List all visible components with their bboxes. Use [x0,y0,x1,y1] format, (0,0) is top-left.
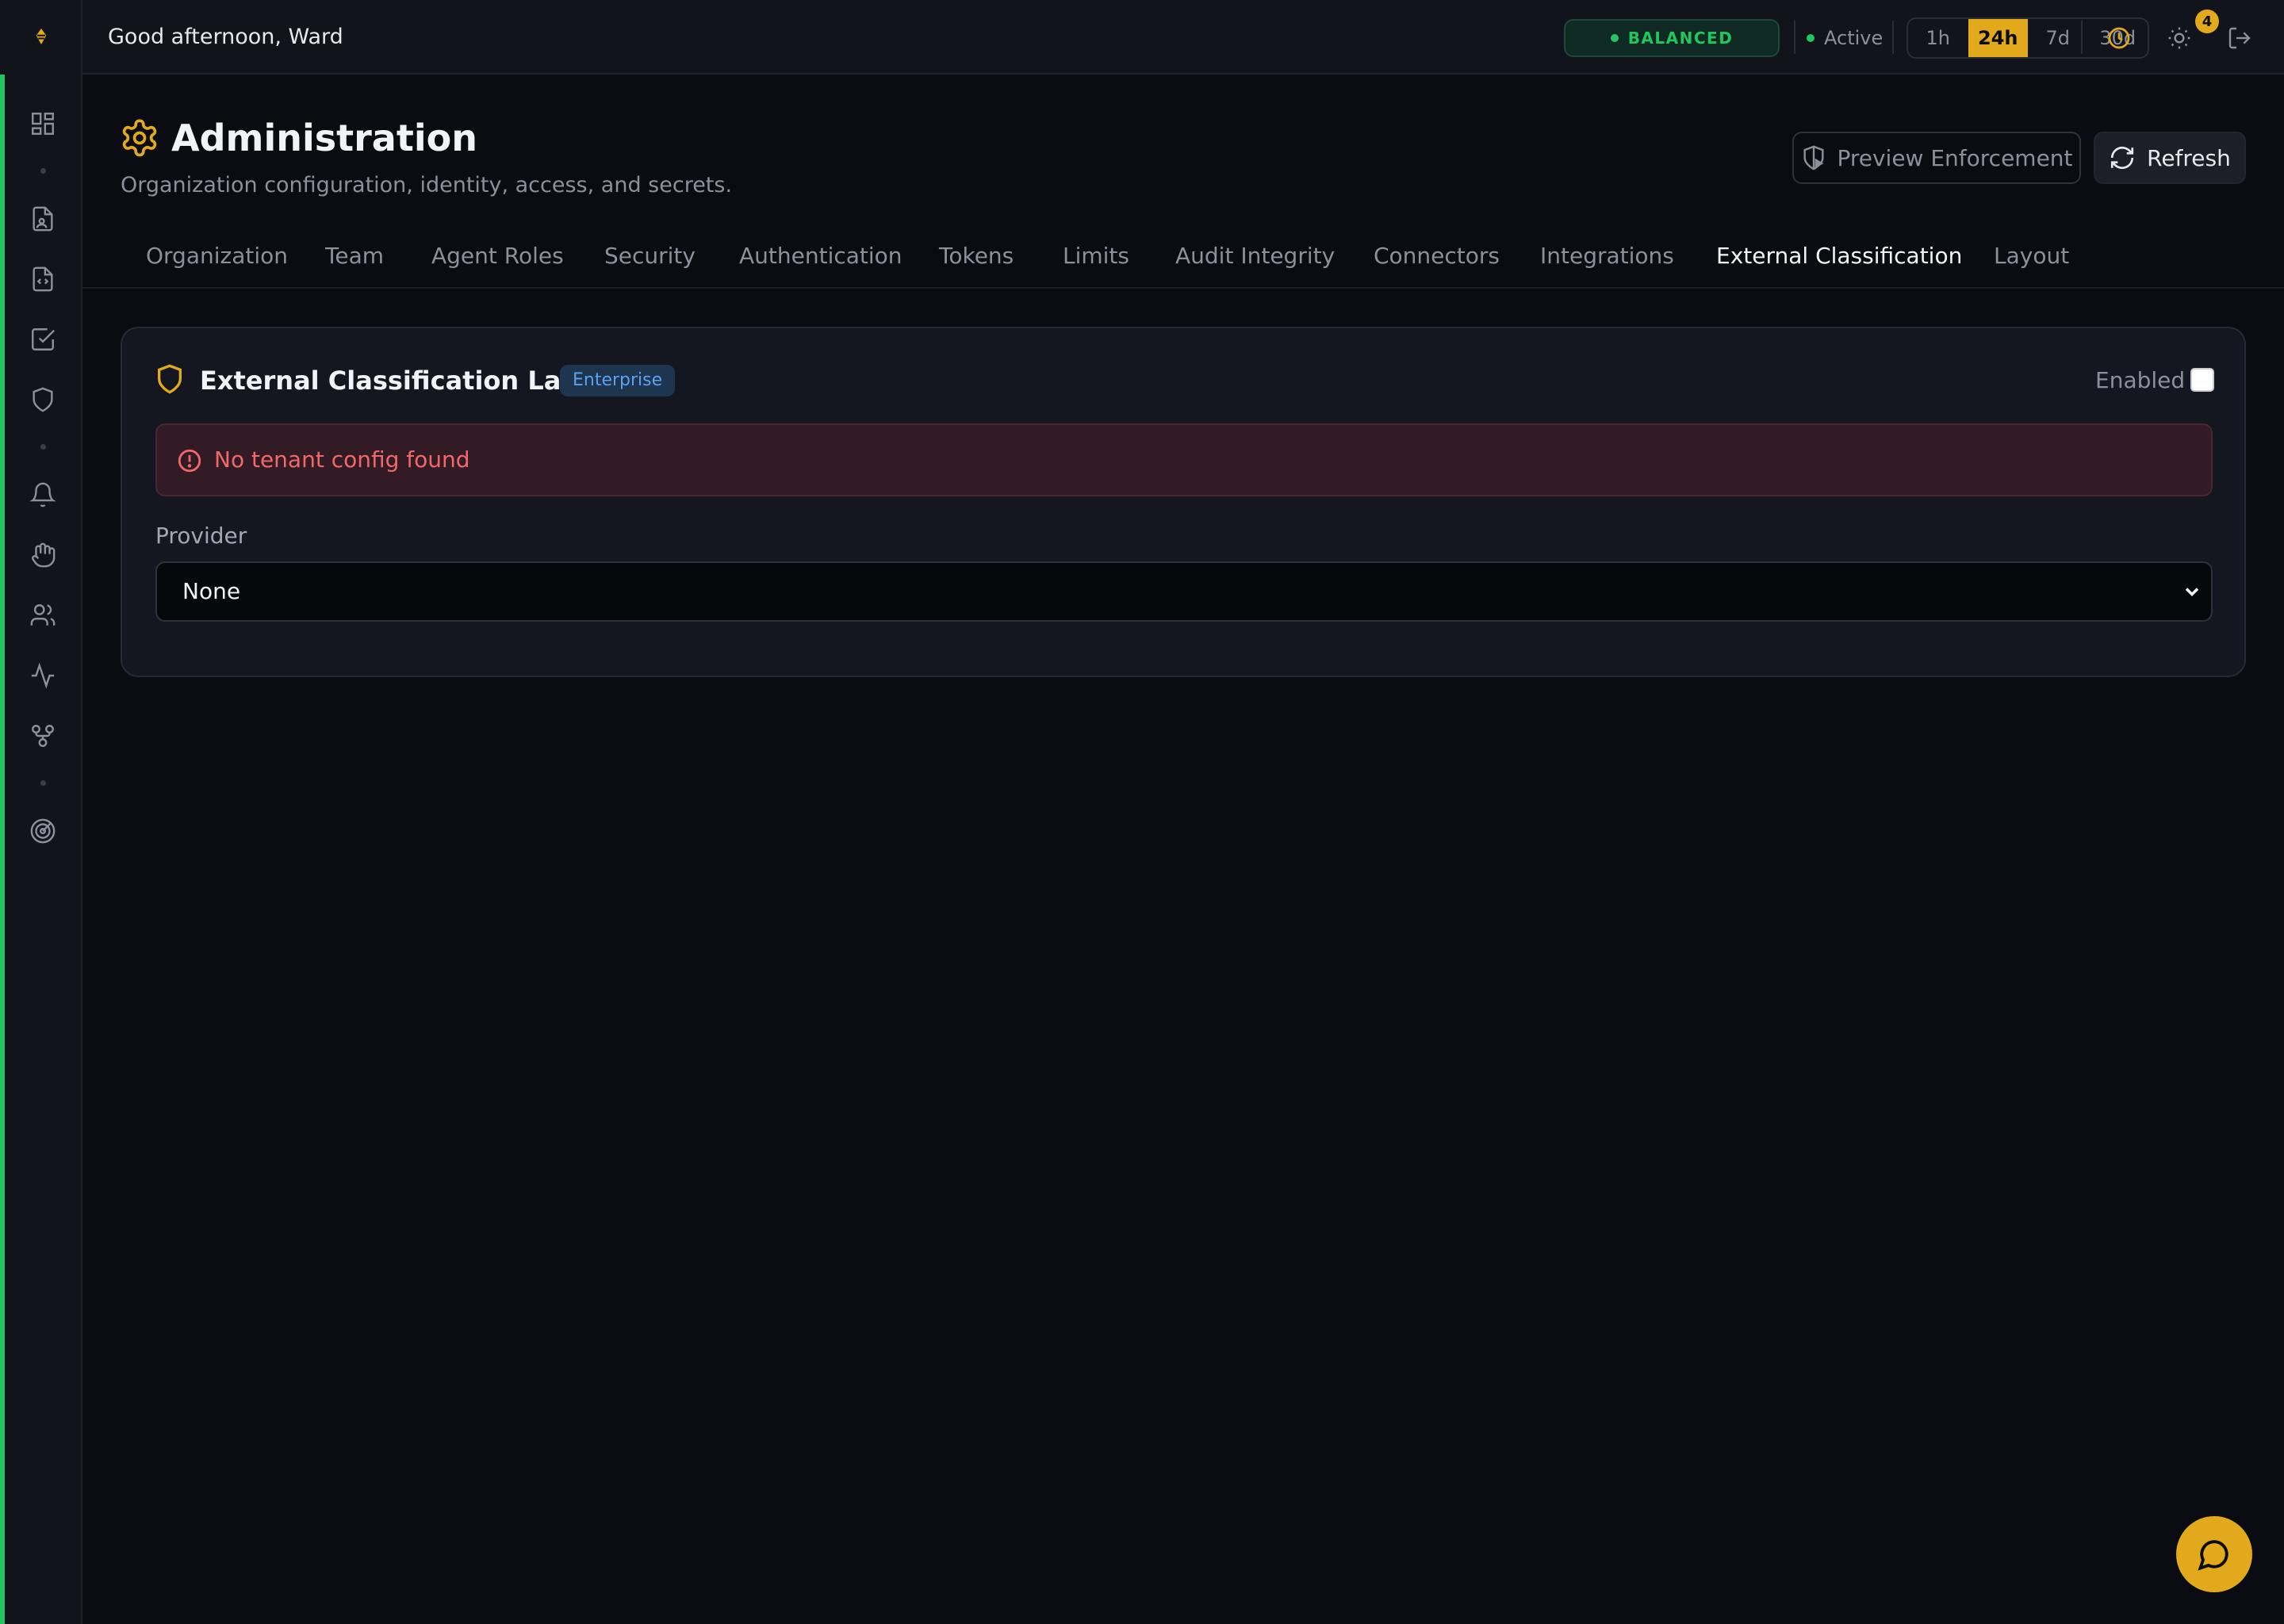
enabled-label: Enabled [2095,367,2186,393]
topbar-separator [1794,21,1795,54]
tab-security[interactable]: Security [604,233,696,289]
enterprise-badge: Enterprise [560,365,676,396]
chat-button[interactable] [2176,1516,2252,1592]
range-1h-button[interactable]: 1h [1908,19,1968,57]
activity-icon[interactable] [24,657,62,695]
tab-audit-integrity[interactable]: Audit Integrity [1175,233,1335,289]
range-24h-button[interactable]: 24h [1968,19,2028,57]
mode-status-dot [1610,34,1619,42]
radar-icon[interactable] [24,812,62,850]
shield-icon [154,363,189,398]
tab-organization[interactable]: Organization [146,233,288,289]
page-subtitle: Organization configuration, identity, ac… [121,173,733,197]
tab-team[interactable]: Team [325,233,384,289]
topbar-separator [2081,21,2083,54]
logout-icon[interactable] [2221,19,2259,57]
mode-label: BALANCED [1627,29,1734,48]
tab-limits[interactable]: Limits [1063,233,1129,289]
git-fork-icon[interactable] [24,717,62,755]
gear-icon [119,117,160,159]
greeting-text: Good afternoon, Ward [108,25,343,49]
refresh-button[interactable]: Refresh [2094,132,2246,184]
enabled-checkbox[interactable] [2190,368,2214,392]
chevron-down-icon [2181,580,2203,603]
preview-enforcement-button[interactable]: Preview Enforcement [1792,132,2081,184]
checkbox-icon[interactable] [24,320,62,358]
status-label: Active [1824,27,1884,49]
notification-count-badge: 4 [2195,10,2219,33]
tab-external-classification[interactable]: External Classification [1716,233,1962,289]
external-classification-card: External Classification Labels Enterpris… [121,327,2246,677]
logo-icon[interactable] [22,17,60,56]
page-title: Administration [171,117,477,159]
sidebar [0,0,82,1624]
topbar-separator [1892,21,1894,54]
hand-icon[interactable] [24,536,62,574]
admin-tabs: Organization Team Agent Roles Security A… [121,233,2087,289]
header-divider [82,287,2284,289]
shield-play-icon [1800,144,1827,171]
status-indicator: Active [1807,19,1883,57]
alert-message: No tenant config found [214,446,470,473]
sidebar-divider-dot [40,444,46,450]
file-user-icon[interactable] [24,200,62,238]
provider-label: Provider [155,523,247,549]
tab-connectors[interactable]: Connectors [1374,233,1500,289]
card-title: External Classification Labels [200,366,620,396]
range-7d-button[interactable]: 7d [2028,19,2088,57]
provider-selected-value: None [182,578,241,604]
clock-icon[interactable] [2100,19,2138,57]
mode-badge[interactable]: BALANCED [1564,19,1780,57]
tab-layout[interactable]: Layout [1994,233,2069,289]
refresh-label: Refresh [2147,144,2231,171]
error-alert: No tenant config found [155,423,2213,496]
bell-icon[interactable] [24,476,62,514]
status-dot [1807,34,1815,42]
file-code-icon[interactable] [24,260,62,298]
provider-select[interactable]: None [155,561,2213,622]
users-icon[interactable] [24,596,62,634]
sidebar-divider-dot [40,780,46,786]
tab-agent-roles[interactable]: Agent Roles [431,233,564,289]
sidebar-divider-dot [40,168,46,174]
refresh-icon [2109,144,2136,171]
sun-icon[interactable] [2160,19,2198,57]
tab-authentication[interactable]: Authentication [739,233,902,289]
sidebar-accent-bar [0,75,5,1624]
tab-tokens[interactable]: Tokens [939,233,1014,289]
shield-icon[interactable] [24,381,62,419]
top-bar: Good afternoon, Ward BALANCED Active 1h … [82,0,2284,75]
tab-integrations[interactable]: Integrations [1540,233,1674,289]
dashboard-icon[interactable] [24,105,62,143]
alert-circle-icon [176,447,203,474]
message-circle-icon [2198,1538,2231,1571]
preview-enforcement-label: Preview Enforcement [1837,144,2073,171]
